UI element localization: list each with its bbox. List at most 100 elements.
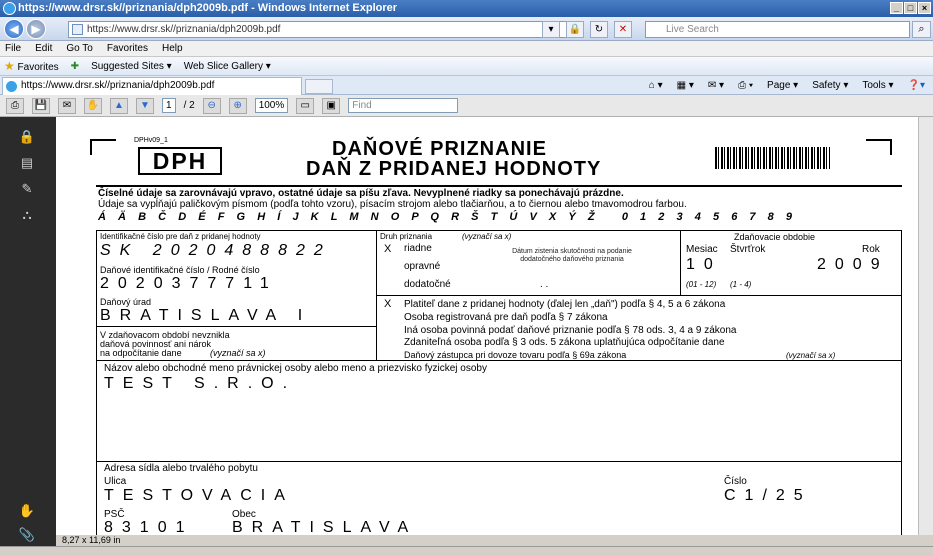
print-pdf-icon[interactable]: ⎙: [6, 97, 24, 114]
payer-option-3[interactable]: Iná osoba povinná podať daňové priznanie…: [404, 325, 736, 336]
address-label: Adresa sídla alebo trvalého pobytu: [104, 463, 258, 474]
vertical-scrollbar[interactable]: [918, 117, 933, 535]
number-value: C1/25: [724, 487, 812, 504]
rule: [96, 230, 97, 535]
suggested-sites-link[interactable]: Suggested Sites ▾: [91, 61, 172, 72]
type-regular[interactable]: riadne: [404, 243, 432, 254]
window-title: https://www.drsr.sk//priznania/dph2009b.…: [18, 2, 398, 14]
refresh-icon[interactable]: ↻: [590, 21, 608, 38]
dph-badge: DPH: [138, 147, 222, 175]
favorites-bar: ★ Favorites ✚ Suggested Sites ▾ Web Slic…: [0, 57, 933, 76]
close-button[interactable]: ×: [918, 2, 931, 14]
street-label: Ulica: [104, 476, 127, 487]
no-obligation-line3: na odpočítanie dane: [100, 348, 182, 358]
ie-page-icon: [6, 81, 17, 92]
find-input[interactable]: Find: [348, 98, 459, 113]
tab-bar: https://www.drsr.sk//priznania/dph2009b.…: [0, 76, 933, 95]
pages-icon[interactable]: ▤: [18, 155, 36, 171]
signatures-icon[interactable]: ✎: [18, 181, 36, 197]
menu-favorites[interactable]: Favorites: [107, 41, 148, 56]
discovery-date[interactable]: . .: [540, 279, 548, 290]
favorites-button[interactable]: ★ Favorites: [4, 59, 59, 73]
maximize-button[interactable]: □: [904, 2, 917, 14]
instructions: Údaje sa vypĺňajú paličkovým písmom (pod…: [98, 199, 687, 210]
rule: [96, 230, 902, 231]
rule: [901, 230, 902, 535]
print-icon[interactable]: ⎙ ▾: [738, 78, 753, 93]
payer-x-mark[interactable]: X: [384, 298, 391, 310]
menu-goto[interactable]: Go To: [66, 41, 93, 56]
help-icon[interactable]: ❓▾: [908, 78, 925, 93]
type-supplementary[interactable]: dodatočné: [404, 279, 451, 290]
rule: [376, 295, 901, 296]
share-icon[interactable]: ✉: [58, 97, 76, 114]
page-size-bar: 8,27 x 11,69 in: [56, 535, 933, 546]
rule: [96, 461, 902, 462]
pdf-viewer[interactable]: DPHv09_1 DPH DAŇOVÉ PRIZNANIE DAŇ Z PRID…: [56, 117, 918, 535]
add-favorite-icon[interactable]: ✚: [71, 61, 79, 72]
barcode: [715, 147, 830, 169]
quarter-range: (1 - 4): [730, 280, 752, 289]
page-size: 8,27 x 11,69 in: [62, 535, 121, 545]
previous-page-icon[interactable]: ▲: [110, 97, 128, 114]
payer-hint: (vyznačí sa x): [786, 351, 836, 360]
zoom-select[interactable]: 100%: [254, 98, 289, 113]
dic-label: Daňové identifikačné číslo / Rodné číslo: [100, 265, 260, 275]
lock-icon[interactable]: 🔒: [18, 129, 36, 145]
minimize-button[interactable]: _: [890, 2, 903, 14]
new-tab-button[interactable]: [305, 79, 333, 94]
search-icon[interactable]: ⌕: [912, 21, 931, 38]
page-number-input[interactable]: 1: [162, 98, 176, 113]
rule: [96, 326, 376, 327]
quarter-col: Štvrťrok: [730, 244, 766, 255]
lock-icon[interactable]: 🔒: [566, 21, 584, 38]
type-x-mark[interactable]: X: [384, 243, 391, 255]
payer-option-4[interactable]: Zdaniteľná osoba podľa § 3 ods. 5 zákona…: [404, 337, 725, 348]
tab-pdf[interactable]: https://www.drsr.sk//priznania/dph2009b.…: [2, 77, 302, 95]
save-icon[interactable]: 💾: [32, 97, 50, 114]
ie-logo-icon: [3, 2, 16, 15]
feeds-icon[interactable]: ▦ ▾: [677, 78, 694, 93]
forward-button[interactable]: ▶: [26, 19, 46, 39]
search-input[interactable]: Live Search: [645, 21, 910, 38]
mail-icon[interactable]: ✉ ▾: [708, 78, 724, 93]
dropdown-icon[interactable]: ▾: [542, 21, 560, 38]
fit-page-icon[interactable]: ▣: [322, 97, 341, 114]
menu-edit[interactable]: Edit: [35, 41, 52, 56]
menu-help[interactable]: Help: [162, 41, 183, 56]
month-value: 10: [686, 256, 722, 273]
street-value: TESTOVACIA: [104, 487, 294, 504]
payer-option-1[interactable]: Platiteľ dane z pridanej hodnoty (ďalej …: [404, 299, 725, 310]
paperclip-icon[interactable]: 📎: [18, 527, 36, 543]
find-placeholder: Find: [352, 100, 372, 111]
address-url: https://www.drsr.sk//priznania/dph2009b.…: [87, 24, 281, 35]
zoom-in-icon[interactable]: ⊕: [228, 97, 247, 114]
rule: [96, 360, 902, 361]
number-label: Číslo: [724, 476, 747, 487]
address-input[interactable]: https://www.drsr.sk//priznania/dph2009b.…: [68, 21, 568, 38]
psc-value: 83101: [104, 519, 194, 535]
back-button[interactable]: ◀: [4, 19, 24, 39]
attachments-icon[interactable]: ⛬: [18, 207, 36, 223]
fit-width-icon[interactable]: ▭: [296, 97, 315, 114]
payer-option-5[interactable]: Daňový zástupca pri dovoze tovaru podľa …: [404, 350, 626, 360]
hand-icon[interactable]: ✋: [18, 503, 36, 519]
tools-menu[interactable]: Tools ▾: [862, 78, 893, 93]
type-label: Druh priznania: [380, 232, 433, 241]
web-slice-gallery-link[interactable]: Web Slice Gallery ▾: [184, 61, 271, 72]
home-icon[interactable]: ⌂ ▾: [649, 78, 663, 93]
safety-menu[interactable]: Safety ▾: [812, 78, 848, 93]
city-value: BRATISLAVA: [232, 519, 418, 535]
page-total: / 2: [183, 100, 195, 111]
type-corrective[interactable]: opravné: [404, 261, 440, 272]
hand-tool-icon[interactable]: ✋: [84, 97, 102, 114]
menu-file[interactable]: File: [5, 41, 21, 56]
payer-option-2[interactable]: Osoba registrovaná pre daň podľa § 7 zák…: [404, 312, 608, 323]
page-menu[interactable]: Page ▾: [767, 78, 798, 93]
type-hint: (vyznačí sa x): [462, 232, 512, 241]
status-bar: [0, 546, 933, 556]
zoom-out-icon[interactable]: ⊖: [202, 97, 221, 114]
next-page-icon[interactable]: ▼: [136, 97, 154, 114]
stop-icon[interactable]: ✕: [614, 21, 632, 38]
year-value: 2009: [817, 256, 889, 273]
